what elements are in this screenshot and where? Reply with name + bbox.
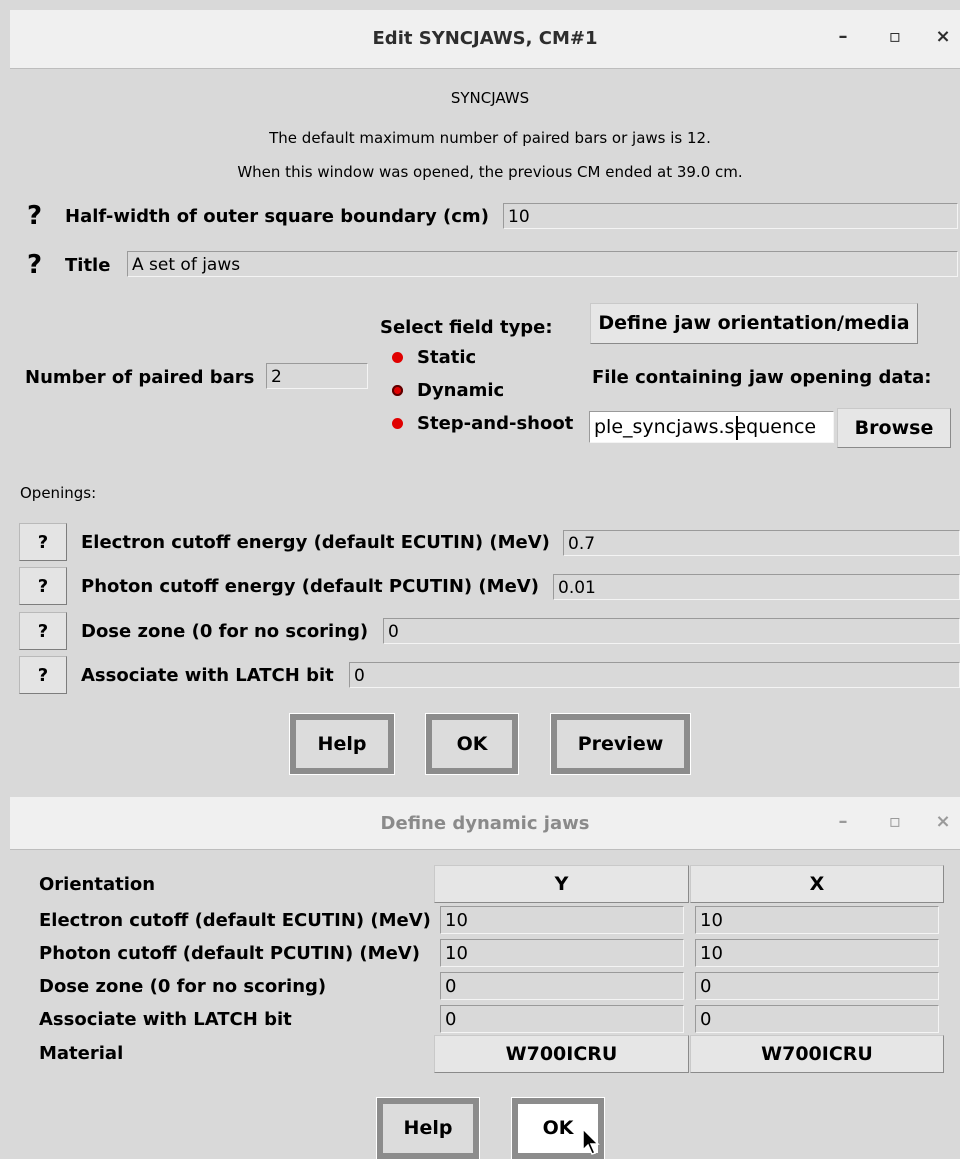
dialog-dose-label: Dose zone (0 for no scoring): [39, 976, 327, 997]
dialog-maximize-icon[interactable]: ▫: [884, 811, 906, 833]
num-bars-label: Number of paired bars: [25, 367, 255, 388]
y-latch-input[interactable]: 0: [440, 1005, 684, 1033]
radio-dynamic-label[interactable]: Dynamic: [417, 380, 504, 401]
photon-cutoff-label: Photon cutoff energy (default PCUTIN) (M…: [81, 576, 539, 597]
y-photon-input[interactable]: 10: [440, 939, 684, 967]
latch-bit-label: Associate with LATCH bit: [81, 665, 334, 686]
window-title: Edit SYNCJAWS, CM#1: [372, 28, 598, 49]
title-bar: Edit SYNCJAWS, CM#1 – ▫ ×: [10, 10, 960, 69]
radio-step-and-shoot-label[interactable]: Step-and-shoot: [417, 413, 573, 434]
help-button-photon[interactable]: ?: [19, 567, 67, 605]
text-cursor: [736, 416, 738, 440]
y-electron-input[interactable]: 10: [440, 906, 684, 934]
latch-bit-input[interactable]: 0: [349, 662, 960, 688]
openings-label: Openings:: [20, 484, 97, 502]
electron-cutoff-input[interactable]: 0.7: [563, 530, 960, 556]
radio-static-label[interactable]: Static: [417, 347, 476, 368]
mouse-pointer-icon: [582, 1128, 600, 1155]
title-label: Title: [65, 255, 111, 276]
x-latch-input[interactable]: 0: [695, 1005, 939, 1033]
heading: SYNCJAWS: [450, 89, 530, 107]
title-input[interactable]: A set of jaws: [127, 251, 958, 277]
radio-static[interactable]: [392, 352, 403, 363]
dialog-minimize-icon[interactable]: –: [832, 811, 854, 833]
ok-button[interactable]: OK: [425, 713, 519, 775]
orientation-y-button[interactable]: Y: [434, 865, 689, 903]
x-material-button[interactable]: W700ICRU: [690, 1035, 944, 1073]
field-type-label: Select field type:: [380, 317, 553, 338]
halfwidth-input[interactable]: 10: [503, 203, 958, 229]
info-max-jaws: The default maximum number of paired bar…: [269, 129, 711, 147]
help-button-electron[interactable]: ?: [19, 523, 67, 561]
info-previous-cm: When this window was opened, the previou…: [237, 163, 743, 181]
halfwidth-label: Half-width of outer square boundary (cm): [65, 206, 489, 227]
maximize-icon[interactable]: ▫: [884, 26, 906, 48]
dialog-close-icon[interactable]: ×: [932, 811, 954, 833]
electron-cutoff-label: Electron cutoff energy (default ECUTIN) …: [81, 532, 550, 553]
help-icon-halfwidth[interactable]: ?: [27, 203, 45, 229]
x-electron-input[interactable]: 10: [695, 906, 939, 934]
minimize-icon[interactable]: –: [832, 26, 854, 48]
file-input[interactable]: ple_syncjaws.sequence: [589, 411, 834, 443]
dialog-photon-label: Photon cutoff (default PCUTIN) (MeV): [39, 943, 420, 964]
close-icon[interactable]: ×: [932, 26, 954, 48]
help-icon-title[interactable]: ?: [27, 252, 45, 278]
num-bars-input[interactable]: 2: [266, 363, 368, 389]
radio-step-and-shoot[interactable]: [392, 418, 403, 429]
y-dose-input[interactable]: 0: [440, 972, 684, 1000]
dialog-help-button[interactable]: Help: [376, 1097, 480, 1159]
help-button-latch[interactable]: ?: [19, 656, 67, 694]
preview-button[interactable]: Preview: [550, 713, 691, 775]
dialog-title: Define dynamic jaws: [380, 813, 590, 834]
dose-zone-label: Dose zone (0 for no scoring): [81, 621, 369, 642]
orientation-label: Orientation: [39, 874, 156, 895]
help-button[interactable]: Help: [289, 713, 395, 775]
x-photon-input[interactable]: 10: [695, 939, 939, 967]
orientation-x-button[interactable]: X: [690, 865, 944, 903]
photon-cutoff-input[interactable]: 0.01: [553, 574, 960, 600]
x-dose-input[interactable]: 0: [695, 972, 939, 1000]
dose-zone-input[interactable]: 0: [383, 618, 960, 644]
y-material-button[interactable]: W700ICRU: [434, 1035, 689, 1073]
material-label: Material: [39, 1043, 124, 1064]
browse-button[interactable]: Browse: [837, 408, 951, 448]
dialog-latch-label: Associate with LATCH bit: [39, 1009, 292, 1030]
define-jaw-orientation-button[interactable]: Define jaw orientation/media: [590, 303, 918, 344]
radio-dynamic[interactable]: [392, 385, 403, 396]
help-button-dose[interactable]: ?: [19, 612, 67, 650]
dialog-title-bar: Define dynamic jaws – ▫ ×: [10, 797, 960, 850]
dialog-electron-label: Electron cutoff (default ECUTIN) (MeV): [39, 910, 431, 931]
file-label: File containing jaw opening data:: [592, 367, 932, 388]
